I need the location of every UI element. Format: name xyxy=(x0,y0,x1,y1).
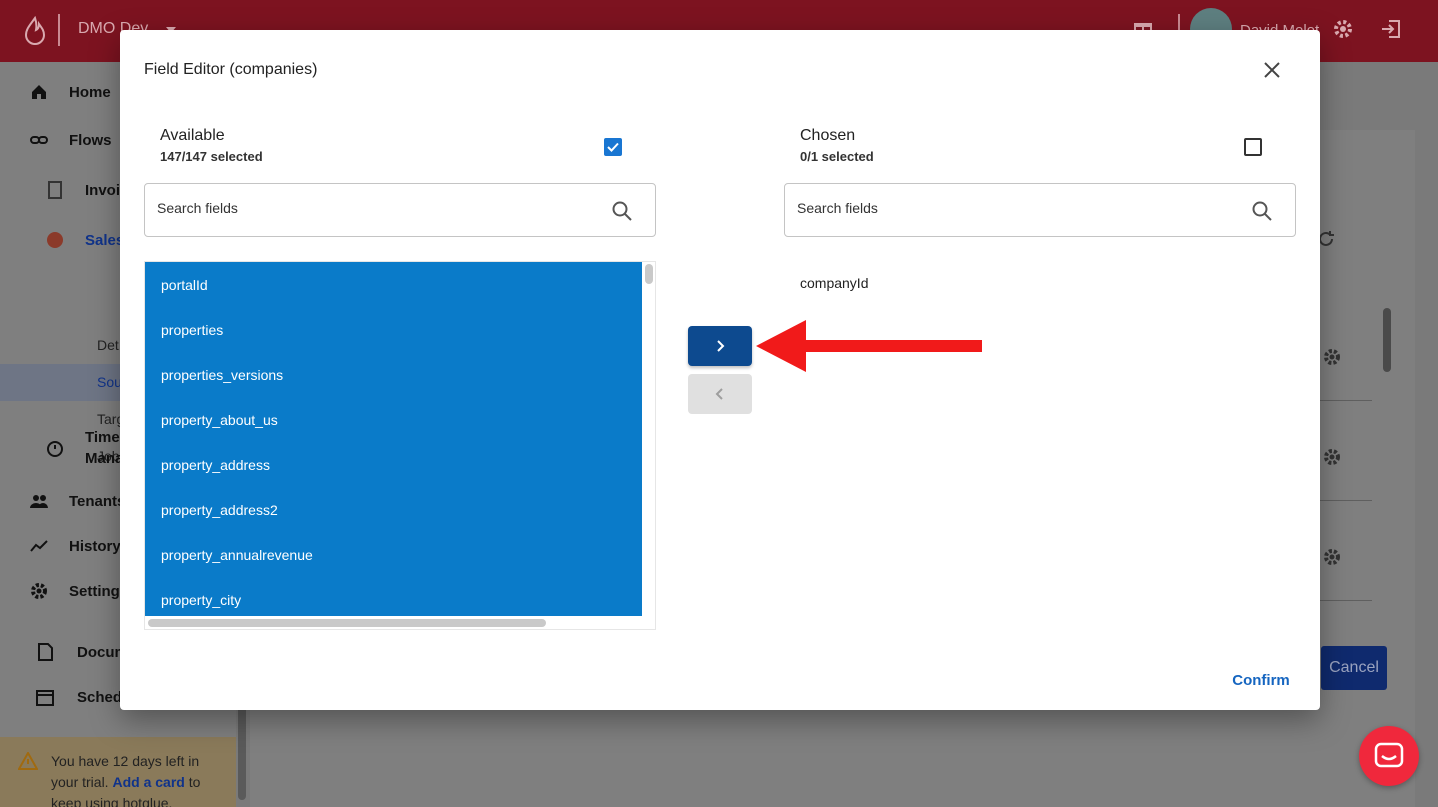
list-item[interactable]: portalId xyxy=(161,262,208,307)
chosen-title: Chosen xyxy=(800,127,856,144)
list-item[interactable]: property_address xyxy=(161,442,270,487)
topbar-divider xyxy=(58,14,60,46)
sidebar-subitem[interactable]: Det xyxy=(97,337,119,353)
check-icon xyxy=(607,142,619,152)
trial-text: You have 12 days left in your trial. Add… xyxy=(51,751,221,807)
add-card-link[interactable]: Add a card xyxy=(112,774,184,790)
available-search-input[interactable] xyxy=(157,200,577,216)
move-right-button[interactable] xyxy=(688,326,752,366)
list-item[interactable]: property_about_us xyxy=(161,397,278,442)
trial-banner: You have 12 days left in your trial. Add… xyxy=(0,737,236,807)
list-item[interactable]: companyId xyxy=(800,275,868,291)
available-list: portalId properties properties_versions … xyxy=(144,261,656,630)
home-icon xyxy=(32,85,46,99)
gear-icon[interactable] xyxy=(1322,447,1342,467)
sidebar-item-label: Flows xyxy=(69,131,112,149)
sidebar-item-label: Sales xyxy=(85,231,125,249)
chosen-search-field[interactable] xyxy=(784,183,1296,237)
list-item[interactable]: properties xyxy=(161,307,223,352)
sidebar-item-label: Tenants xyxy=(69,492,126,510)
list-item[interactable]: property_city xyxy=(161,577,241,622)
invoice-icon xyxy=(48,181,62,199)
dialog-title: Field Editor (companies) xyxy=(144,61,318,78)
chosen-search-input[interactable] xyxy=(797,200,1217,216)
sidebar-scrollbar[interactable] xyxy=(238,700,246,800)
available-select-all-checkbox[interactable] xyxy=(604,138,622,156)
confirm-button[interactable]: Confirm xyxy=(1220,666,1302,694)
search-icon[interactable] xyxy=(611,200,633,222)
stopwatch-icon xyxy=(47,441,63,457)
vertical-scrollbar[interactable] xyxy=(645,264,653,284)
chat-icon xyxy=(1374,742,1404,768)
calendar-icon xyxy=(36,690,54,706)
chosen-count: 0/1 selected xyxy=(800,149,874,164)
content-scrollbar[interactable] xyxy=(1383,308,1391,372)
chevron-right-icon xyxy=(717,340,725,352)
logout-icon[interactable] xyxy=(1380,18,1402,40)
sidebar-subitem[interactable]: Sou xyxy=(97,374,122,390)
available-header: Available 147/147 selected xyxy=(160,127,263,164)
sidebar-item-label: History xyxy=(69,537,121,555)
sidebar-item-label: Time Mana xyxy=(85,429,124,467)
gear-icon xyxy=(31,583,47,599)
available-count: 147/147 selected xyxy=(160,149,263,164)
annotation-arrow-icon xyxy=(756,320,982,372)
available-list-selection: portalId properties properties_versions … xyxy=(145,262,642,616)
sidebar-item-label: Home xyxy=(69,83,111,101)
move-left-button[interactable] xyxy=(688,374,752,414)
list-item[interactable]: property_annualrevenue xyxy=(161,532,313,577)
search-icon[interactable] xyxy=(1251,200,1273,222)
list-item[interactable]: property_address2 xyxy=(161,487,278,532)
field-editor-dialog: Field Editor (companies) Available 147/1… xyxy=(120,30,1320,710)
document-icon xyxy=(38,643,53,661)
chat-button[interactable] xyxy=(1359,726,1419,786)
chosen-select-all-checkbox[interactable] xyxy=(1244,138,1262,156)
gear-icon[interactable] xyxy=(1322,547,1342,567)
available-search-field[interactable] xyxy=(144,183,656,237)
chosen-header: Chosen 0/1 selected xyxy=(800,127,874,164)
gear-icon[interactable] xyxy=(1322,347,1342,367)
horizontal-scrollbar[interactable] xyxy=(148,619,546,627)
chevron-left-icon xyxy=(715,388,723,400)
hotglue-logo-icon xyxy=(24,16,46,45)
people-icon xyxy=(30,495,48,508)
available-title: Available xyxy=(160,127,225,144)
close-icon[interactable] xyxy=(1260,58,1284,82)
trending-icon xyxy=(30,540,48,552)
warning-icon xyxy=(18,752,38,770)
gear-icon[interactable] xyxy=(1332,18,1354,40)
cancel-button[interactable]: Cancel xyxy=(1321,646,1387,690)
link-icon xyxy=(30,136,48,144)
sales-icon xyxy=(47,232,63,248)
list-item[interactable]: properties_versions xyxy=(161,352,283,397)
